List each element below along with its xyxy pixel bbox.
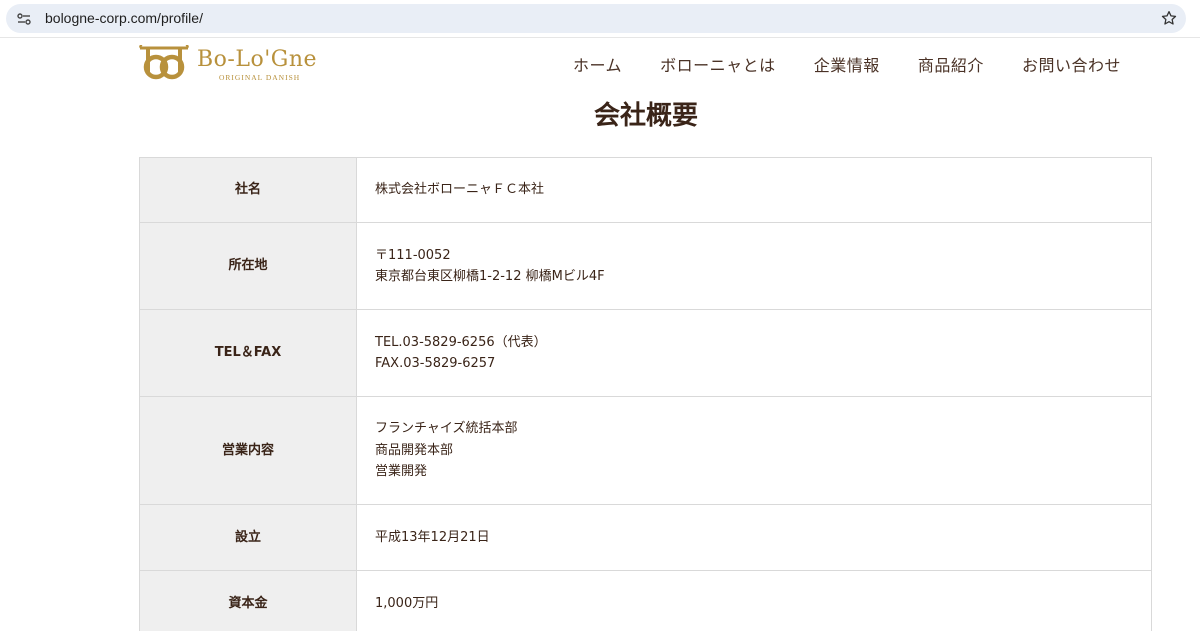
url-text[interactable]: bologne-corp.com/profile/: [45, 10, 203, 27]
value-line: 営業開発: [375, 464, 428, 480]
address-bar[interactable]: bologne-corp.com/profile/: [6, 4, 1186, 33]
table-row: 営業内容 フランチャイズ統括本部 商品開発本部 営業開発: [139, 396, 1152, 505]
page-title: 会社概要: [593, 101, 698, 131]
row-label: 設立: [139, 504, 357, 571]
value-line: FAX.03-5829-6257: [375, 356, 496, 371]
main-nav: ホーム ボローニャとは 企業情報 商品紹介 お問い合わせ: [573, 56, 1121, 78]
row-value: 平成13年12月21日: [356, 504, 1152, 571]
value-line: フランチャイズ統括本部: [375, 421, 518, 437]
value-line: 東京都台東区柳橋1-2-12 柳橋Mビル4F: [375, 269, 605, 284]
nav-about[interactable]: ボローニャとは: [660, 56, 776, 76]
nav-company[interactable]: 企業情報: [814, 56, 880, 76]
row-value: 1,000万円: [356, 570, 1152, 631]
company-profile-table: 社名 株式会社ボローニャＦＣ本社 所在地 〒111-0052 東京都台東区柳橋1…: [139, 157, 1152, 631]
table-row: 所在地 〒111-0052 東京都台東区柳橋1-2-12 柳橋Mビル4F: [139, 222, 1152, 310]
site-logo[interactable]: Bo-Lo'Gne ORIGINAL DANISH: [139, 45, 329, 85]
row-label: 所在地: [139, 222, 357, 310]
row-value: TEL.03-5829-6256（代表） FAX.03-5829-6257: [356, 309, 1152, 397]
nav-products[interactable]: 商品紹介: [918, 56, 984, 76]
bookmark-star-icon[interactable]: [1160, 9, 1178, 27]
table-row: TEL＆FAX TEL.03-5829-6256（代表） FAX.03-5829…: [139, 309, 1152, 397]
nav-contact[interactable]: お問い合わせ: [1022, 56, 1121, 76]
row-label: 社名: [139, 157, 357, 223]
value-line: 平成13年12月21日: [375, 529, 490, 545]
row-label: 営業内容: [139, 396, 357, 505]
table-row: 社名 株式会社ボローニャＦＣ本社: [139, 157, 1152, 223]
value-line: 商品開発本部: [375, 442, 454, 458]
row-value: フランチャイズ統括本部 商品開発本部 営業開発: [356, 396, 1152, 505]
value-line: 株式会社ボローニャＦＣ本社: [375, 182, 545, 198]
value-line: TEL.03-5829-6256（代表）: [375, 334, 547, 350]
table-row: 資本金 1,000万円: [139, 570, 1152, 631]
row-label: TEL＆FAX: [139, 309, 357, 397]
site-info-icon[interactable]: [16, 11, 32, 27]
value-line: 〒111-0052: [375, 247, 451, 263]
browser-toolbar: bologne-corp.com/profile/: [0, 0, 1200, 38]
table-row: 設立 平成13年12月21日: [139, 504, 1152, 571]
row-label: 資本金: [139, 570, 357, 631]
row-value: 株式会社ボローニャＦＣ本社: [356, 157, 1152, 223]
logo-subtext: ORIGINAL DANISH: [219, 73, 301, 82]
logo-wordmark: Bo-Lo'Gne: [197, 47, 318, 72]
bo-logo-icon: [139, 45, 189, 80]
value-line: 1,000万円: [375, 595, 439, 611]
row-value: 〒111-0052 東京都台東区柳橋1-2-12 柳橋Mビル4F: [356, 222, 1152, 310]
nav-home[interactable]: ホーム: [573, 56, 622, 76]
